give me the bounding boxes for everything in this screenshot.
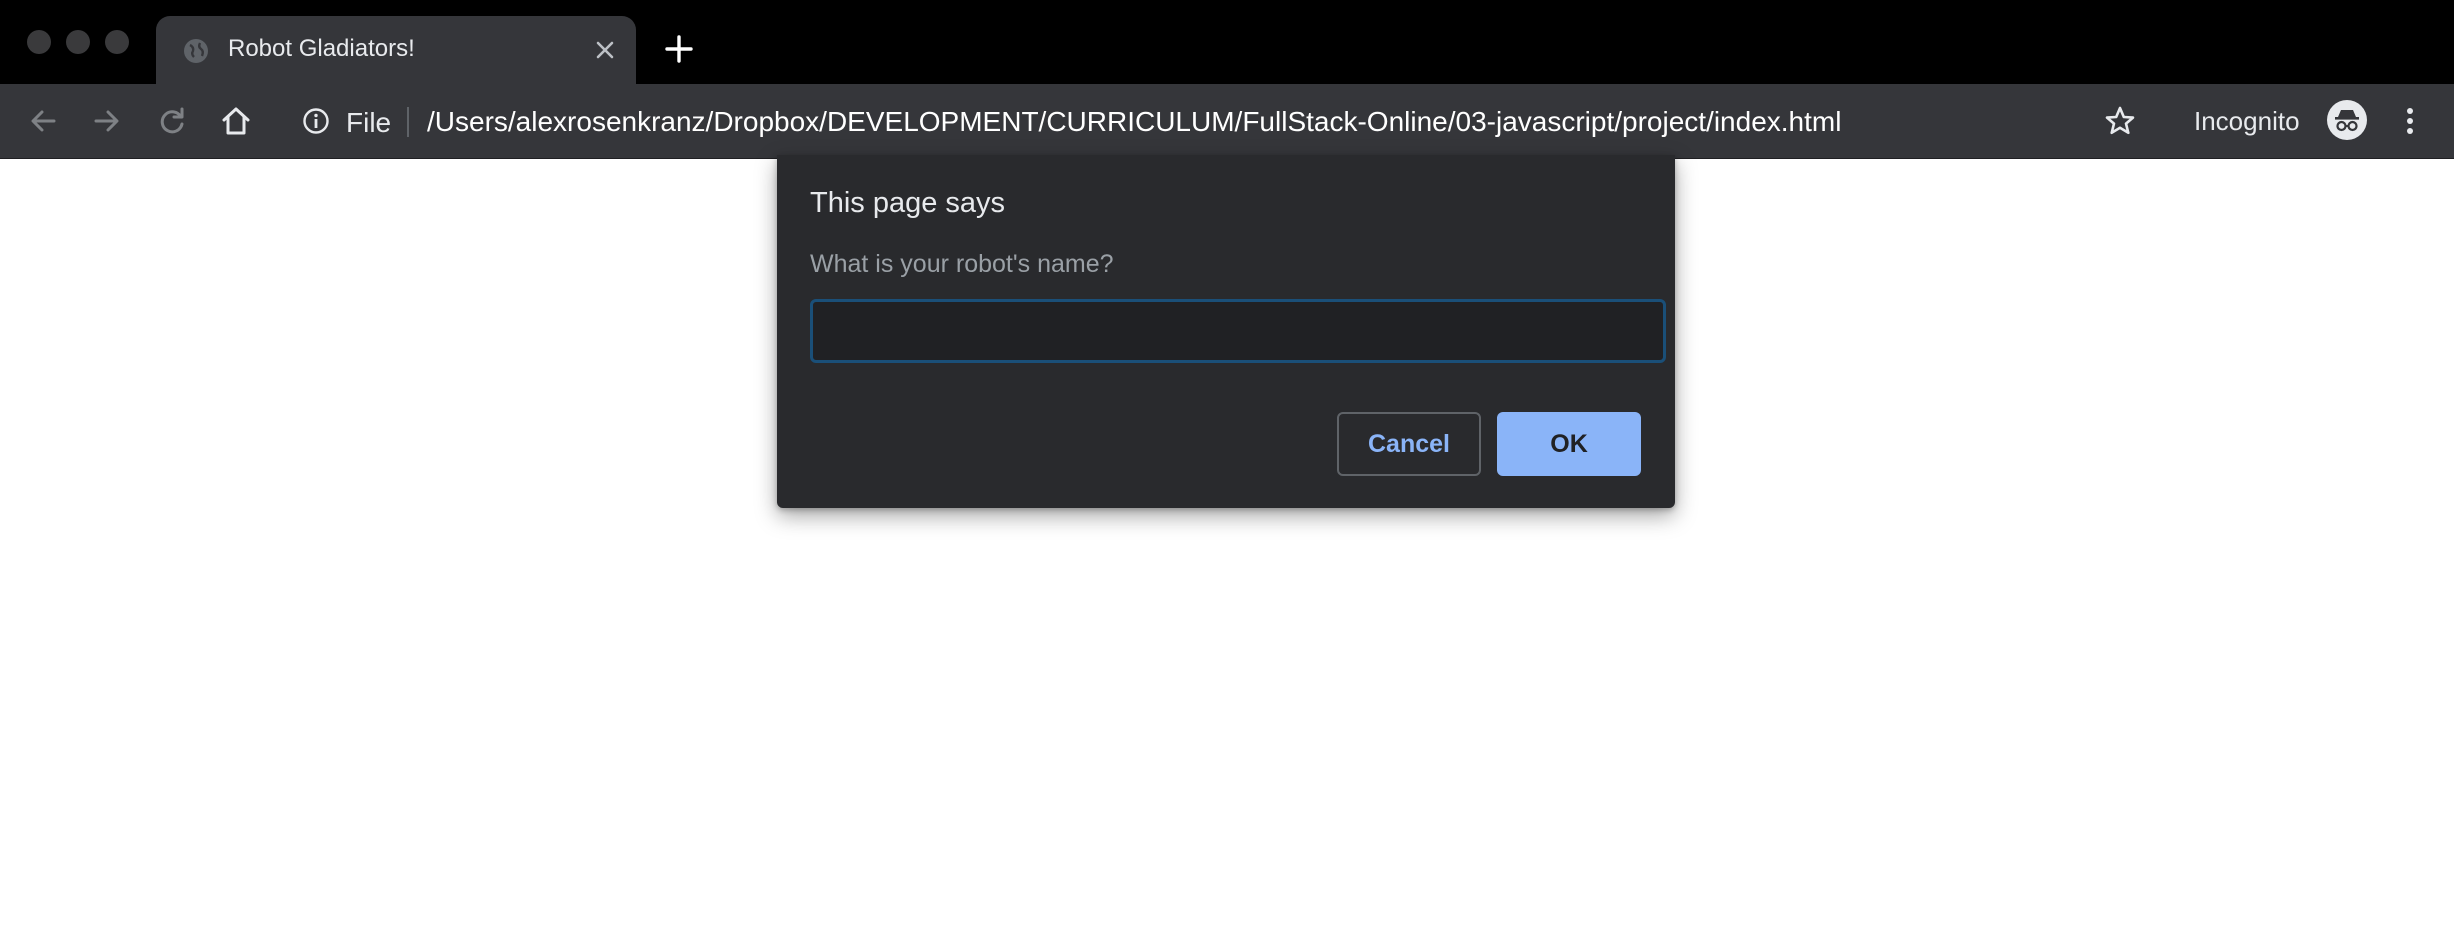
toolbar: File /Users/alexrosenkranz/Dropbox/DEVEL… [0,84,2454,159]
maximize-window-button[interactable] [105,30,129,54]
minimize-window-button[interactable] [66,30,90,54]
info-icon[interactable] [302,107,330,135]
tab-active[interactable]: Robot Gladiators! [156,16,636,84]
robot-name-input[interactable] [810,299,1666,363]
globe-icon [182,37,210,65]
forward-arrow-icon[interactable] [90,104,124,138]
reload-icon[interactable] [155,104,189,138]
tab-strip: Robot Gladiators! [0,0,2454,84]
address-bar[interactable]: File /Users/alexrosenkranz/Dropbox/DEVEL… [286,94,2156,148]
dialog-title: This page says [810,187,1006,219]
incognito-icon[interactable] [2327,100,2367,140]
incognito-label[interactable]: Incognito [2194,106,2300,137]
prompt-dialog: This page says What is your robot's name… [777,155,1675,508]
bookmark-star-icon[interactable] [2103,104,2137,138]
new-tab-plus-icon[interactable] [663,33,695,65]
close-window-button[interactable] [27,30,51,54]
browser-window: Robot Gladiators! File /Users/alexrosenk… [0,0,2454,946]
url-text[interactable]: /Users/alexrosenkranz/Dropbox/DEVELOPMEN… [427,106,1841,138]
back-arrow-icon[interactable] [26,104,60,138]
home-icon[interactable] [219,104,253,138]
cancel-button[interactable]: Cancel [1337,412,1481,476]
dialog-message: What is your robot's name? [810,250,1114,278]
omnibox-divider [407,107,409,137]
more-menu-icon[interactable] [2397,104,2423,138]
ok-button[interactable]: OK [1497,412,1641,476]
url-scheme-label: File [346,107,392,138]
tab-title: Robot Gladiators! [228,35,415,62]
close-icon[interactable] [592,37,618,63]
